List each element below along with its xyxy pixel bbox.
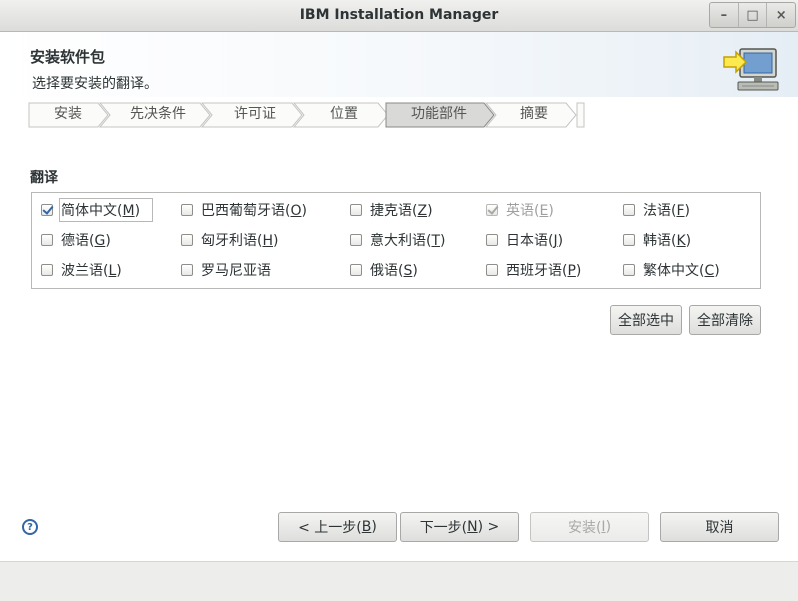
lang-item[interactable]: 韩语(K) xyxy=(623,229,691,251)
lang-item[interactable]: 俄语(S) xyxy=(350,259,418,281)
computer-arrow-icon xyxy=(723,48,779,91)
select-all-button[interactable]: 全部选中 xyxy=(610,305,682,335)
lang-item[interactable]: 日本语(J) xyxy=(486,229,563,251)
page-header: 安装软件包 选择要安装的翻译。 xyxy=(0,32,798,97)
back-button[interactable]: < 上一步(B) xyxy=(278,512,397,542)
title-bar[interactable]: IBM Installation Manager – □ × xyxy=(0,0,798,32)
close-button[interactable]: × xyxy=(766,3,795,27)
lang-label: 匈牙利语(H) xyxy=(201,233,279,249)
page-title: 安装软件包 xyxy=(30,48,106,66)
window-controls: – □ × xyxy=(709,2,796,28)
lang-item[interactable]: 意大利语(T) xyxy=(350,229,446,251)
lang-label: 西班牙语(P) xyxy=(506,263,582,279)
lang-label: 罗马尼亚语 xyxy=(201,263,271,279)
lang-item[interactable]: 巴西葡萄牙语(O) xyxy=(181,199,307,221)
lang-item[interactable]: 匈牙利语(H) xyxy=(181,229,278,251)
checkbox[interactable] xyxy=(350,234,362,246)
step-license: 许可证 xyxy=(234,106,276,122)
lang-item[interactable]: 德语(G) xyxy=(41,229,111,251)
lang-label: 德语(G) xyxy=(61,233,111,249)
checkbox[interactable] xyxy=(181,234,193,246)
checkbox[interactable] xyxy=(623,204,635,216)
lang-item: 英语(E) xyxy=(486,199,554,221)
minimize-button[interactable]: – xyxy=(710,3,738,27)
lang-item[interactable]: 简体中文(M) xyxy=(41,198,154,222)
lang-label: 简体中文(M) xyxy=(59,198,154,222)
lang-label: 意大利语(T) xyxy=(370,233,446,249)
lang-label: 韩语(K) xyxy=(643,233,692,249)
step-summary: 摘要 xyxy=(520,106,548,122)
checkbox[interactable] xyxy=(350,204,362,216)
page-subtitle: 选择要安装的翻译。 xyxy=(32,76,158,92)
lang-item[interactable]: 罗马尼亚语 xyxy=(181,259,271,281)
lang-label: 日本语(J) xyxy=(506,233,564,249)
checkbox xyxy=(486,204,498,216)
lang-item[interactable]: 捷克语(Z) xyxy=(350,199,433,221)
section-label: 翻译 xyxy=(30,170,58,186)
lang-item[interactable]: 西班牙语(P) xyxy=(486,259,581,281)
checkbox[interactable] xyxy=(41,264,53,276)
lang-item[interactable]: 繁体中文(C) xyxy=(623,259,720,281)
lang-item[interactable]: 波兰语(L) xyxy=(41,259,122,281)
lang-label: 繁体中文(C) xyxy=(643,263,720,279)
language-list: 简体中文(M) 巴西葡萄牙语(O) 捷克语(Z) 英语(E) 法语(F) 德语(… xyxy=(31,192,761,289)
lang-label: 巴西葡萄牙语(O) xyxy=(201,203,307,219)
checkbox[interactable] xyxy=(181,204,193,216)
lang-label: 波兰语(L) xyxy=(61,263,122,279)
cancel-button[interactable]: 取消 xyxy=(660,512,779,542)
lang-label: 法语(F) xyxy=(643,203,690,219)
help-icon[interactable]: ? xyxy=(22,519,38,535)
step-install: 安装 xyxy=(54,106,82,122)
checkbox[interactable] xyxy=(350,264,362,276)
lang-label: 英语(E) xyxy=(506,203,554,219)
install-button: 安装(I) xyxy=(530,512,649,542)
lang-item[interactable]: 法语(F) xyxy=(623,199,690,221)
window-title: IBM Installation Manager xyxy=(299,7,499,23)
wizard-steps: 安装 先决条件 许可证 位置 功能部件 摘要 xyxy=(28,102,588,128)
checkbox[interactable] xyxy=(486,264,498,276)
checkbox[interactable] xyxy=(181,264,193,276)
footer-bar xyxy=(0,561,798,601)
step-prerequisites: 先决条件 xyxy=(130,106,186,122)
checkbox[interactable] xyxy=(41,204,53,216)
maximize-button[interactable]: □ xyxy=(737,3,767,27)
checkbox[interactable] xyxy=(486,234,498,246)
clear-all-button[interactable]: 全部清除 xyxy=(689,305,761,335)
next-button[interactable]: 下一步(N) > xyxy=(400,512,519,542)
step-features: 功能部件 xyxy=(411,106,467,122)
checkbox[interactable] xyxy=(623,264,635,276)
checkbox[interactable] xyxy=(623,234,635,246)
lang-label: 俄语(S) xyxy=(370,263,418,279)
checkbox[interactable] xyxy=(41,234,53,246)
step-location: 位置 xyxy=(330,106,358,122)
lang-label: 捷克语(Z) xyxy=(370,203,433,219)
